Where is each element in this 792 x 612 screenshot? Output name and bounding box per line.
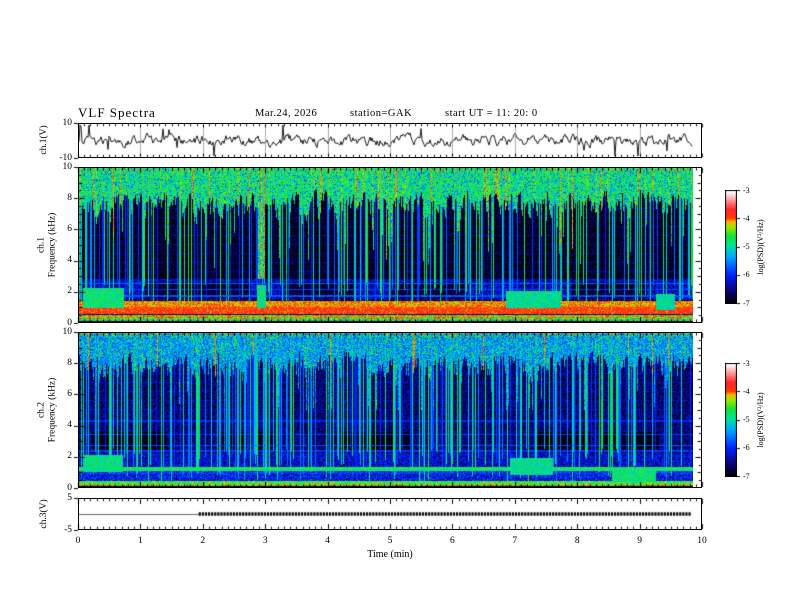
colorbar-tick-label: -7 — [743, 471, 750, 481]
x-tick-label: 5 — [387, 536, 393, 546]
ch1-waveform-panel — [78, 123, 702, 158]
ch2-spectrogram-panel — [78, 332, 702, 488]
y-tick-label: -10 — [59, 152, 72, 163]
y-tick-label: 4 — [67, 420, 72, 431]
y-tick-label: 10 — [62, 326, 73, 337]
x-tick-label: 10 — [697, 536, 707, 546]
x-tick-label: 4 — [325, 536, 330, 546]
y-tick-label: 6 — [67, 388, 72, 399]
ch1-spectrogram-canvas — [79, 168, 693, 322]
y-tick-label: 2 — [67, 286, 72, 297]
colorbar-tick-label: -6 — [743, 443, 750, 453]
x-tick-label: 7 — [512, 536, 518, 546]
ch1-waveform-canvas — [79, 124, 693, 157]
station-label: station=GAK — [350, 108, 413, 119]
colorbar-tick-label: -7 — [743, 298, 750, 308]
time-axis-label: Time (min) — [367, 549, 413, 560]
y-tick-label: 2 — [67, 451, 72, 462]
ch3-monitor-canvas — [79, 499, 701, 529]
colorbar-ch1 — [725, 190, 737, 304]
y-tick-label: 5 — [67, 492, 72, 503]
y-tick-label: 8 — [67, 192, 72, 203]
date-label: Mar.24, 2026 — [255, 108, 318, 119]
colorbar-tick-label: -5 — [743, 415, 750, 424]
y-tick-label: -5 — [64, 524, 72, 535]
y-tick-label: 8 — [67, 357, 72, 368]
x-tick-label: 6 — [450, 536, 455, 546]
vlf-spectra-figure: VLF Spectra Mar.24, 2026 station=GAK sta… — [0, 0, 792, 612]
x-tick-label: 3 — [262, 536, 268, 546]
y-tick-label: 4 — [67, 255, 72, 266]
freq-axis-label-ch1: ch.1 Frequency (kHz) — [36, 212, 58, 278]
ch1-spectrogram-panel — [78, 167, 702, 323]
x-tick-label: 0 — [75, 536, 81, 546]
start-ut-label: start UT = 11: 20: 0 — [445, 108, 538, 119]
page-title: VLF Spectra — [78, 105, 156, 120]
colorbar-tick-label: -5 — [743, 242, 750, 251]
ch1-voltage-axis-label: ch.1(V) — [38, 125, 49, 155]
ch2-spectrogram-canvas — [79, 333, 693, 487]
colorbar-tick-label: -4 — [743, 213, 750, 223]
y-tick-label: 10 — [62, 117, 73, 128]
colorbar-tick-label: -3 — [743, 358, 750, 368]
freq-axis-label-ch2: ch.2 Frequency (kHz) — [36, 377, 58, 443]
colorbar-tick-label: -6 — [743, 270, 750, 280]
ch3-monitor-panel — [78, 498, 702, 530]
colorbar-tick-label: -4 — [743, 386, 750, 396]
y-tick-label: 6 — [67, 223, 72, 234]
x-tick-label: 8 — [574, 536, 580, 546]
x-tick-label: 2 — [200, 536, 206, 546]
colorbar-tick-label: -3 — [743, 185, 750, 195]
colorbar-ch2 — [725, 363, 737, 477]
x-tick-label: 1 — [138, 536, 143, 546]
x-tick-label: 9 — [637, 536, 642, 546]
